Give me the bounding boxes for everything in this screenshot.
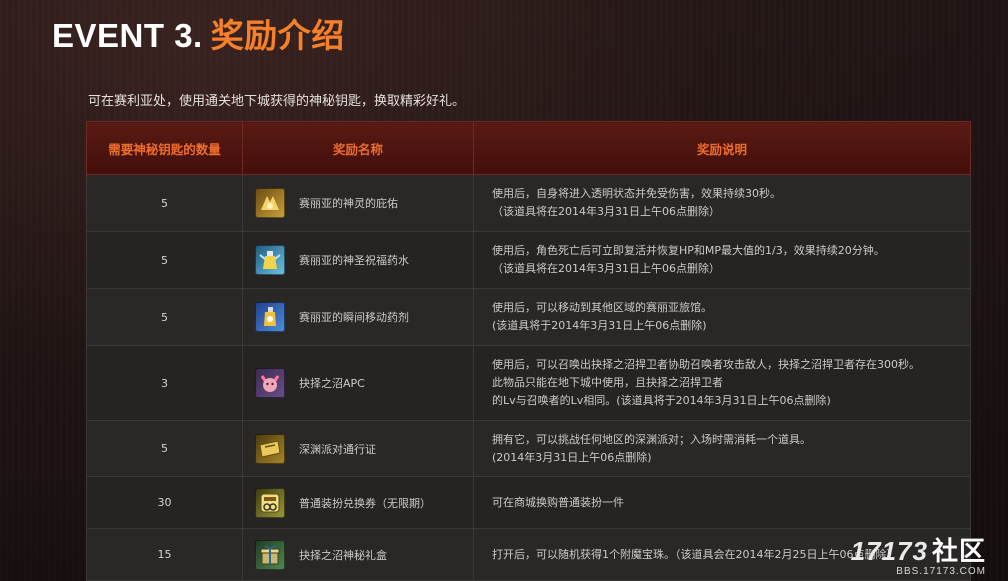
- watermark-logo: 17173 社区: [851, 537, 986, 566]
- quantity-cell: 5: [86, 174, 243, 232]
- title-reward-intro: 奖励介绍: [210, 16, 345, 55]
- reward-description-cell: 拥有它，可以挑战任何地区的深渊派对；入场时需消耗一个道具。 (2014年3月31…: [473, 420, 971, 477]
- table-row: 5 深渊派对通行证 拥有它，可以挑战任何地区的深渊派对；入场时需消耗一个道具。 …: [86, 420, 971, 477]
- table-row: 5 赛丽亚的神圣祝福药水 使用后，角色死亡后可立即复活并恢复HP和MP最大值的1…: [86, 231, 971, 289]
- reward-description-cell: 使用后，可以移动到其他区域的赛丽亚旅馆。 (该道具将于2014年3月31日上午0…: [473, 288, 971, 346]
- quantity-cell: 5: [86, 288, 243, 346]
- watermark-logo-number: 17173: [850, 536, 928, 566]
- teleport-potion-icon[interactable]: [255, 302, 285, 332]
- reward-name-cell: 抉择之沼神秘礼盒: [242, 528, 474, 581]
- watermark-logo-text: 社区: [931, 537, 986, 567]
- reward-name-cell: 赛丽亚的神圣祝福药水: [242, 231, 474, 289]
- description-line: (2014年3月31日上午06点删除): [492, 450, 652, 464]
- site-watermark: 17173 社区 BBS.17173.COM: [851, 537, 986, 577]
- description-line: 使用后，自身将进入透明状态并免受伤害，效果持续30秒。: [492, 187, 781, 200]
- table-row: 5 赛丽亚的神灵的庇佑 使用后，自身将进入透明状态并免受伤害，效果持续30秒。 …: [86, 174, 971, 232]
- reward-description-cell: 可在商城换购普通装扮一件: [473, 476, 971, 529]
- reward-name-cell: 普通装扮兑换券（无限期）: [242, 476, 474, 529]
- reward-name-cell: 赛丽亚的瞬间移动药剂: [242, 288, 474, 346]
- quantity-cell: 3: [86, 345, 243, 421]
- reward-name-cell: 抉择之沼APC: [242, 345, 474, 421]
- golden-wing-icon[interactable]: [255, 188, 285, 218]
- description-line: （该道具将在2014年3月31日上午06点删除）: [492, 262, 720, 275]
- description-line: 使用后，可以移动到其他区域的赛丽亚旅馆。: [492, 301, 712, 314]
- table-row: 5 赛丽亚的瞬间移动药剂 使用后，可以移动到其他区域的赛丽亚旅馆。 (该道具将于…: [86, 288, 971, 346]
- mystery-box-icon[interactable]: [255, 539, 285, 570]
- reward-name-cell: 赛丽亚的神灵的庇佑: [242, 174, 474, 232]
- description-line: 使用后，可以召唤出抉择之沼捍卫者协助召唤者攻击敌人，抉择之沼捍卫者存在300秒。: [492, 358, 920, 371]
- description-line: 可在商城换购普通装扮一件: [492, 495, 624, 509]
- watermark-url: BBS.17173.COM: [896, 566, 986, 577]
- reward-table: 需要神秘钥匙的数量 奖励名称 奖励说明 5 赛丽亚的神灵的庇佑 使用后，自身将进…: [86, 121, 971, 581]
- quantity-cell: 5: [86, 420, 243, 477]
- table-row: 15 抉择之沼神秘礼盒 打开后，可以随机获得1个附魔宝珠。（该道具会在2014年…: [86, 528, 971, 581]
- table-header-row: 需要神秘钥匙的数量 奖励名称 奖励说明: [86, 121, 971, 175]
- table-row: 3 抉择之沼APC 使用后，可以召唤出抉择之沼捍卫者协助召唤者攻击敌人，抉择之沼…: [86, 345, 971, 421]
- reward-name: 普通装扮兑换券（无限期）: [299, 496, 431, 510]
- avatar-coupon-icon[interactable]: [255, 487, 285, 518]
- reward-name: 抉择之沼神秘礼盒: [299, 548, 387, 562]
- quantity-cell: 15: [86, 528, 243, 581]
- quantity-cell: 5: [86, 231, 243, 289]
- reward-name: 深渊派对通行证: [299, 442, 376, 456]
- reward-name: 赛丽亚的神圣祝福药水: [299, 254, 409, 267]
- intro-text: 可在赛利亚处，使用通关地下城获得的神秘钥匙，换取精彩好礼。: [88, 94, 466, 109]
- reward-name-cell: 深渊派对通行证: [242, 420, 474, 477]
- column-header-reward-name: 奖励名称: [242, 121, 474, 175]
- title-event-number: EVENT 3.: [52, 17, 203, 54]
- quantity-cell: 30: [86, 476, 243, 529]
- description-line: 使用后，角色死亡后可立即复活并恢复HP和MP最大值的1/3，效果持续20分钟。: [492, 244, 885, 257]
- column-header-quantity: 需要神秘钥匙的数量: [86, 121, 243, 175]
- apc-portrait-icon[interactable]: [255, 368, 285, 398]
- reward-name: 赛丽亚的神灵的庇佑: [299, 197, 398, 210]
- reward-description-cell: 使用后，自身将进入透明状态并免受伤害，效果持续30秒。 （该道具将在2014年3…: [473, 174, 971, 232]
- description-line: 拥有它，可以挑战任何地区的深渊派对；入场时需消耗一个道具。: [492, 432, 811, 446]
- page-title: EVENT 3. 奖励介绍: [52, 14, 345, 58]
- description-line: （该道具将在2014年3月31日上午06点删除）: [492, 205, 720, 218]
- reward-name: 抉择之沼APC: [299, 377, 365, 390]
- reward-description-cell: 使用后，角色死亡后可立即复活并恢复HP和MP最大值的1/3，效果持续20分钟。 …: [473, 231, 971, 289]
- ticket-icon[interactable]: [255, 433, 285, 464]
- description-line: 的Lv与召唤者的Lv相同。(该道具将于2014年3月31日上午06点删除): [492, 394, 831, 407]
- table-row: 30 普通装扮兑换券（无限期） 可在商城换购普通装扮一件: [86, 476, 971, 529]
- blessing-potion-icon[interactable]: [255, 245, 285, 275]
- description-line: 此物品只能在地下城中使用，且抉择之沼捍卫者: [492, 376, 723, 389]
- description-line: (该道具将于2014年3月31日上午06点删除): [492, 319, 707, 332]
- reward-description-cell: 使用后，可以召唤出抉择之沼捍卫者协助召唤者攻击敌人，抉择之沼捍卫者存在300秒。…: [473, 345, 971, 421]
- column-header-reward-description: 奖励说明: [473, 121, 971, 175]
- reward-name: 赛丽亚的瞬间移动药剂: [299, 311, 409, 324]
